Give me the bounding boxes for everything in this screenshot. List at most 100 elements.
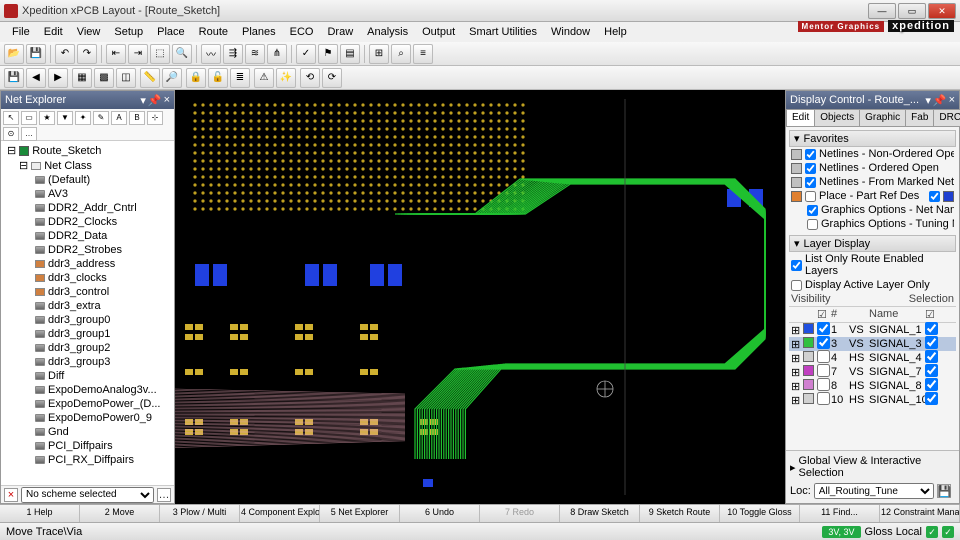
fanout-icon[interactable]: ⋔: [267, 44, 287, 64]
tree-item[interactable]: Gnd: [3, 425, 172, 439]
layer-row[interactable]: ⊞8HSSIGNAL_8: [789, 379, 956, 393]
fn-key[interactable]: 2 Move: [80, 505, 160, 522]
fn-key[interactable]: 9 Sketch Route: [640, 505, 720, 522]
dc-tab-graphic[interactable]: Graphic: [859, 109, 906, 126]
menu-setup[interactable]: Setup: [108, 24, 149, 40]
ne-brush-icon[interactable]: ✎: [93, 111, 109, 125]
tree-item[interactable]: AV3: [3, 187, 172, 201]
layer-sel-checkbox[interactable]: [925, 364, 938, 377]
zoom-icon[interactable]: 🔍: [172, 44, 192, 64]
layer-swatch[interactable]: [803, 393, 814, 404]
tree-item[interactable]: DDR2_Addr_Cntrl: [3, 201, 172, 215]
constraint-icon[interactable]: ⊞: [369, 44, 389, 64]
inspect-icon[interactable]: 🔎: [162, 68, 182, 88]
drc-icon[interactable]: ✓: [296, 44, 316, 64]
layer-option-checkbox[interactable]: [791, 280, 802, 291]
fn-key[interactable]: 3 Plow / Multi: [160, 505, 240, 522]
favorite-checkbox[interactable]: [807, 205, 818, 216]
menu-smart-utilities[interactable]: Smart Utilities: [463, 24, 543, 40]
tree-item[interactable]: DDR2_Clocks: [3, 215, 172, 229]
panel-pin-icon[interactable]: 📌: [148, 94, 162, 107]
ne-filter-icon[interactable]: ▼: [57, 111, 73, 125]
status-check-icon[interactable]: ✓: [926, 526, 938, 538]
tree-item[interactable]: ddr3_group2: [3, 341, 172, 355]
favorite-checkbox[interactable]: [805, 163, 816, 174]
fn-key[interactable]: 4 Component Explorer: [240, 505, 320, 522]
layer-row[interactable]: ⊞10HSSIGNAL_10: [789, 393, 956, 407]
expand-icon[interactable]: ⊞: [789, 338, 801, 351]
fn-key[interactable]: 6 Undo: [400, 505, 480, 522]
tree-item[interactable]: PCI_RX_Diffpairs: [3, 453, 172, 467]
layer-option-row[interactable]: List Only Route Enabled Layers: [789, 252, 956, 278]
ne-fit-icon[interactable]: ▭: [21, 111, 37, 125]
close-button[interactable]: ✕: [928, 3, 956, 19]
ne-mode-b-icon[interactable]: B: [129, 111, 145, 125]
menu-output[interactable]: Output: [416, 24, 461, 40]
expand-icon[interactable]: ⊟: [7, 144, 16, 157]
favorite-checkbox[interactable]: [805, 177, 816, 188]
favorite-checkbox[interactable]: [805, 149, 816, 160]
color-swatch[interactable]: [791, 149, 802, 160]
find-icon[interactable]: ⌕: [391, 44, 411, 64]
clean-icon[interactable]: ✨: [276, 68, 296, 88]
menu-analysis[interactable]: Analysis: [361, 24, 414, 40]
layer-sel-checkbox[interactable]: [925, 322, 938, 335]
panel-pin-icon[interactable]: 📌: [933, 94, 947, 107]
favorite-row[interactable]: Netlines - Non-Ordered Open: [789, 147, 956, 161]
panel-menu-icon[interactable]: ▾: [140, 94, 146, 107]
favorite-row[interactable]: Netlines - Ordered Open: [789, 161, 956, 175]
status-check2-icon[interactable]: ✓: [942, 526, 954, 538]
trail-swatch[interactable]: [943, 191, 954, 202]
expand-icon[interactable]: ⊞: [789, 324, 801, 337]
fn-key[interactable]: 12 Constraint Manager...: [880, 505, 960, 522]
layer-row[interactable]: ⊞4HSSIGNAL_4: [789, 351, 956, 365]
ne-highlight-icon[interactable]: ★: [39, 111, 55, 125]
layer-option-row[interactable]: Display Active Layer Only: [789, 278, 956, 292]
route-icon[interactable]: 〰: [201, 44, 221, 64]
tree-item[interactable]: ddr3_group0: [3, 313, 172, 327]
favorite-checkbox[interactable]: [807, 219, 818, 230]
tree-item[interactable]: (Default): [3, 173, 172, 187]
ne-mode-a-icon[interactable]: A: [111, 111, 127, 125]
menu-planes[interactable]: Planes: [236, 24, 282, 40]
layer-toggle-icon[interactable]: ≣: [230, 68, 250, 88]
tree-item[interactable]: ddr3_address: [3, 257, 172, 271]
tree-item[interactable]: ddr3_group1: [3, 327, 172, 341]
favorite-row[interactable]: Place - Part Ref Des: [789, 189, 956, 203]
favorite-row[interactable]: Graphics Options - Net Names On T: [789, 203, 956, 217]
ne-select-icon[interactable]: ↖: [3, 111, 19, 125]
toggle2-icon[interactable]: ▩: [94, 68, 114, 88]
expand-icon[interactable]: ⊞: [789, 352, 801, 365]
ne-more-icon[interactable]: …: [21, 127, 37, 141]
layer-swatch[interactable]: [803, 379, 814, 390]
multi-plow-icon[interactable]: ≋: [245, 44, 265, 64]
dc-tab-edit[interactable]: Edit: [786, 109, 815, 126]
fn-key[interactable]: 10 Toggle Gloss: [720, 505, 800, 522]
layer-sel-checkbox[interactable]: [925, 378, 938, 391]
color-swatch[interactable]: [791, 191, 802, 202]
net-tree[interactable]: ⊟ Route_Sketch ⊟ Net Class (Default)AV3D…: [1, 141, 174, 485]
fn-key[interactable]: 1 Help: [0, 505, 80, 522]
layer-swatch[interactable]: [803, 351, 814, 362]
toggle1-icon[interactable]: ▦: [72, 68, 92, 88]
layer-option-checkbox[interactable]: [791, 260, 802, 271]
tree-item[interactable]: ExpoDemoAnalog3v...: [3, 383, 172, 397]
redo-icon[interactable]: ↷: [77, 44, 97, 64]
color-swatch[interactable]: [791, 177, 802, 188]
ne-net-icon[interactable]: ⊹: [147, 111, 163, 125]
favorite-checkbox[interactable]: [805, 191, 816, 202]
scheme-select[interactable]: No scheme selected: [21, 487, 154, 503]
undo-icon[interactable]: ↶: [55, 44, 75, 64]
next-view-icon[interactable]: ⇥: [128, 44, 148, 64]
ne-cross-icon[interactable]: ✦: [75, 111, 91, 125]
panel-menu-icon[interactable]: ▾: [925, 94, 931, 107]
tree-root[interactable]: ⊟ Route_Sketch: [3, 143, 172, 158]
expand-icon[interactable]: ⊞: [789, 394, 801, 407]
color-swatch[interactable]: [791, 163, 802, 174]
maximize-button[interactable]: ▭: [898, 3, 926, 19]
favorite-row[interactable]: Graphics Options - Tuning Meter: [789, 217, 956, 231]
mode-left-icon[interactable]: ◀: [26, 68, 46, 88]
layer-row[interactable]: ⊞1VSSIGNAL_1: [789, 323, 956, 337]
menu-file[interactable]: File: [6, 24, 36, 40]
tree-item[interactable]: ExpoDemoPower_(D...: [3, 397, 172, 411]
